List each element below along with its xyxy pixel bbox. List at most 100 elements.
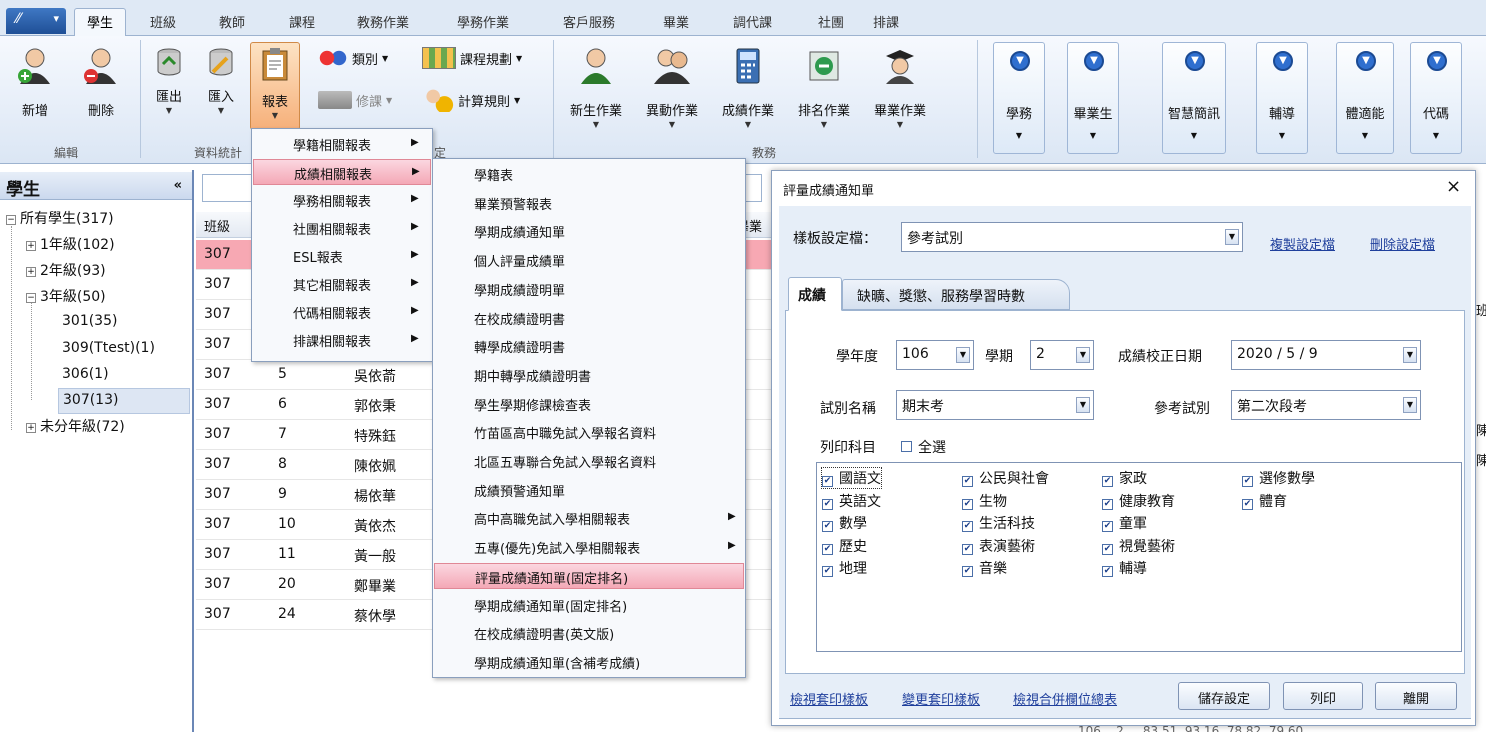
report-menu-item[interactable]: 排課相關報表 ▶ (253, 327, 431, 353)
score-menu-item[interactable]: 評量成績通知單(固定排名) (434, 562, 744, 589)
subject-checkbox[interactable]: ✔ 生活科技 (962, 513, 1035, 533)
subject-checkbox[interactable]: ✔ 生物 (962, 491, 1007, 511)
subject-checkbox[interactable]: ✔ 選修數學 (1242, 468, 1315, 488)
smart-sms-button[interactable]: ▼ 智慧簡訊 ▼ (1162, 42, 1226, 154)
print-button[interactable]: 列印 (1283, 682, 1363, 710)
score-menu-item[interactable]: 成績預警通知單 (434, 477, 744, 503)
report-menu-item[interactable]: 其它相關報表 ▶ (253, 271, 431, 297)
score-menu-item[interactable]: 畢業預警報表 (434, 190, 744, 216)
subject-checkbox[interactable]: ✔ 音樂 (962, 558, 1007, 578)
score-menu-item[interactable]: 學籍表 (434, 161, 744, 187)
score-menu-item[interactable]: 個人評量成績單 (434, 247, 744, 273)
close-icon[interactable]: × (1446, 176, 1461, 197)
report-button[interactable]: 報表 ▼ (250, 42, 300, 130)
grade-ops-button[interactable]: 成績作業 ▼ (712, 40, 784, 140)
report-menu-item[interactable]: 社團相關報表 ▶ (253, 215, 431, 241)
score-menu-item[interactable]: 竹苗區高中職免試入學報名資料 (434, 419, 744, 445)
score-menu-item[interactable]: 學期成績證明單 (434, 276, 744, 302)
graduates-button[interactable]: ▼ 畢業生 ▼ (1067, 42, 1119, 154)
exit-button[interactable]: 離開 (1375, 682, 1457, 710)
score-menu-item[interactable]: 北區五專聯合免試入學報名資料 (434, 448, 744, 474)
add-button[interactable]: 新增 (4, 40, 66, 140)
expand-toggle-icon[interactable]: + (26, 267, 36, 277)
tab-student-affairs[interactable]: 學務作業 (457, 12, 509, 31)
semester-select[interactable]: 2 ▼ (1030, 340, 1094, 370)
student-affairs-button[interactable]: ▼ 學務 ▼ (993, 42, 1045, 154)
tree-node-grade-3[interactable]: −3年級(50) (26, 286, 106, 306)
import-button[interactable]: 匯入 ▼ (193, 40, 249, 140)
score-menu-item[interactable]: 學期成績通知單(固定排名) (434, 592, 744, 618)
report-menu-item[interactable]: 代碼相關報表 ▶ (253, 299, 431, 325)
tree-node-class-301[interactable]: 301(35) (62, 313, 117, 329)
score-menu-item[interactable]: 五專(優先)免試入學相關報表 ▶ (434, 534, 744, 560)
tree-node-all-students[interactable]: − 所有學生(317) (6, 208, 114, 228)
change-template-link[interactable]: 變更套印樣板 (902, 689, 980, 708)
delete-button[interactable]: 刪除 (70, 40, 132, 140)
tab-course[interactable]: 課程 (289, 12, 315, 31)
tree-node-class-306[interactable]: 306(1) (62, 366, 109, 382)
transfer-ops-button[interactable]: 異動作業 ▼ (636, 40, 708, 140)
subject-checkbox[interactable]: ✔ 表演藝術 (962, 536, 1035, 556)
merge-fields-link[interactable]: 檢視合併欄位總表 (1013, 689, 1117, 708)
subject-checkbox[interactable]: ✔ 英語文 (822, 491, 881, 511)
subject-checkbox[interactable]: ✔ 國語文 (821, 467, 882, 489)
score-menu-item[interactable]: 在校成績證明書(英文版) (434, 620, 744, 646)
new-student-ops-button[interactable]: 新生作業 ▼ (560, 40, 632, 140)
tree-node-class-307[interactable]: 307(13) (58, 388, 190, 414)
subject-checkbox[interactable]: ✔ 歷史 (822, 536, 867, 556)
reference-exam-select[interactable]: 第二次段考 ▼ (1231, 390, 1421, 420)
report-menu-item[interactable]: 學務相關報表 ▶ (253, 187, 431, 213)
score-menu-item[interactable]: 期中轉學成績證明書 (434, 362, 744, 388)
tab-graduation[interactable]: 畢業 (663, 12, 689, 31)
tab-class[interactable]: 班級 (150, 12, 176, 31)
subject-checkbox[interactable]: ✔ 視覺藝術 (1102, 536, 1175, 556)
save-settings-button[interactable]: 儲存設定 (1178, 682, 1270, 710)
expand-toggle-icon[interactable]: + (26, 241, 36, 251)
subject-checkbox[interactable]: ✔ 輔導 (1102, 558, 1147, 578)
collapse-toggle-icon[interactable]: − (6, 215, 16, 225)
tree-node-grade-2[interactable]: +2年級(93) (26, 260, 106, 280)
tab-substitute[interactable]: 調代課 (733, 12, 772, 31)
elective-button[interactable]: 修課 ▼ (318, 88, 392, 112)
score-menu-item[interactable]: 學期成績通知單 (434, 218, 744, 244)
subject-checkbox[interactable]: ✔ 地理 (822, 558, 867, 578)
view-template-link[interactable]: 檢視套印樣板 (790, 689, 868, 708)
subject-checkbox[interactable]: ✔ 數學 (822, 513, 867, 533)
graduation-ops-button[interactable]: 畢業作業 ▼ (864, 40, 936, 140)
tab-grades[interactable]: 成績 (788, 277, 842, 311)
codes-button[interactable]: ▼ 代碼 ▼ (1410, 42, 1462, 154)
score-menu-item[interactable]: 學生學期修課檢查表 (434, 391, 744, 417)
score-menu-item[interactable]: 學期成績通知單(含補考成績) (434, 649, 744, 675)
counseling-button[interactable]: ▼ 輔導 ▼ (1256, 42, 1308, 154)
tree-node-class-309[interactable]: 309(Ttest)(1) (62, 340, 155, 356)
ranking-ops-button[interactable]: 排名作業 ▼ (788, 40, 860, 140)
category-button[interactable]: 類別 ▼ (318, 46, 388, 70)
subject-checkbox[interactable]: ✔ 體育 (1242, 491, 1287, 511)
tree-node-ungraded[interactable]: + 未分年級(72) (26, 416, 125, 436)
exam-name-select[interactable]: 期末考 ▼ (896, 390, 1094, 420)
subject-checkbox[interactable]: ✔ 家政 (1102, 468, 1147, 488)
tab-attendance-awards[interactable]: 缺曠、獎懲、服務學習時數 (842, 279, 1070, 310)
tab-student[interactable]: 學生 (74, 8, 127, 36)
tab-customer-service[interactable]: 客戶服務 (563, 12, 615, 31)
delete-template-link[interactable]: 刪除設定檔 (1370, 234, 1435, 253)
report-menu-item[interactable]: 成績相關報表 ▶ (253, 159, 431, 185)
tree-node-grade-1[interactable]: +1年級(102) (26, 234, 115, 254)
tab-teacher[interactable]: 教師 (219, 12, 245, 31)
subject-checkbox[interactable]: ✔ 童軍 (1102, 513, 1147, 533)
collapse-icon[interactable]: « (174, 178, 182, 193)
tab-academic-affairs[interactable]: 教務作業 (357, 12, 409, 31)
fitness-button[interactable]: ▼ 體適能 ▼ (1336, 42, 1394, 154)
subject-checkbox[interactable]: ✔ 公民與社會 (962, 468, 1049, 488)
report-menu-item[interactable]: ESL報表 ▶ (253, 243, 431, 269)
tab-scheduling[interactable]: 排課 (873, 12, 899, 31)
subject-checkbox[interactable]: ✔ 健康教育 (1102, 491, 1175, 511)
app-menu-button[interactable]: ⁄⁄ ▾ (6, 8, 66, 34)
school-year-select[interactable]: 106 ▼ (896, 340, 974, 370)
calc-rules-button[interactable]: 計算規則 ▼ (422, 88, 520, 112)
column-header-class[interactable]: 班級 (204, 216, 230, 235)
grade-date-picker[interactable]: 2020 / 5 / 9 ▼ (1231, 340, 1421, 370)
expand-toggle-icon[interactable]: + (26, 423, 36, 433)
export-button[interactable]: 匯出 ▼ (141, 40, 197, 140)
score-menu-item[interactable]: 高中高職免試入學相關報表 ▶ (434, 505, 744, 531)
